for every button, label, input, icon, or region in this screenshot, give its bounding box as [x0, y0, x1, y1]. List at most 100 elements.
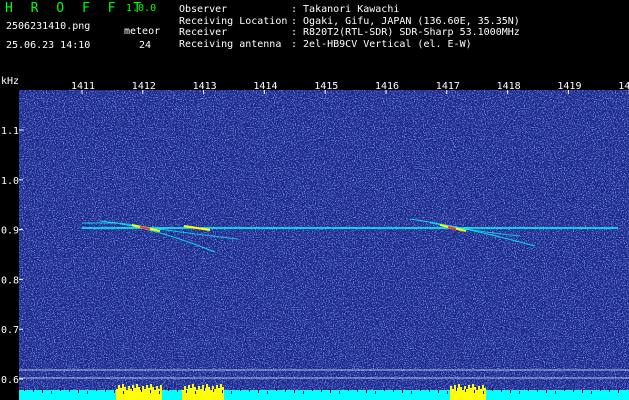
activity-tick — [231, 391, 232, 394]
activity-peak — [214, 389, 216, 400]
activity-peak — [142, 386, 144, 400]
activity-tick — [105, 389, 106, 392]
activity-tick — [339, 391, 340, 394]
x-tick-label: 1415 — [314, 81, 338, 92]
activity-tick — [618, 390, 619, 393]
spectrogram-panel: kHz 1411 1412 1413 1414 1415 1416 1417 1418 1419… — [0, 74, 629, 400]
activity-tick — [375, 391, 376, 394]
activity-tick — [519, 391, 520, 394]
activity-peak — [200, 389, 202, 400]
activity-tick — [528, 388, 529, 391]
activity-tick — [177, 389, 178, 392]
activity-tick — [402, 390, 403, 393]
activity-peak — [144, 389, 146, 400]
activity-tick — [87, 391, 88, 394]
activity-tick — [447, 391, 448, 394]
activity-peak — [468, 385, 470, 400]
activity-tick — [96, 388, 97, 391]
activity-tick — [312, 388, 313, 391]
y-tick-label: 1.0 — [1, 176, 19, 187]
activity-peak — [458, 384, 460, 400]
info-row-observer: Observer: Takanori Kawachi — [179, 4, 520, 16]
activity-peak — [450, 386, 452, 400]
header-panel: H R O F F T 1.0.0 2506231410.png meteor … — [0, 0, 629, 74]
activity-peak — [222, 387, 224, 400]
activity-tick — [132, 388, 133, 391]
activity-peak — [188, 385, 190, 400]
activity-peak — [484, 388, 486, 400]
app-logo: H R O F F T — [5, 1, 147, 16]
meteor-label: meteor — [124, 26, 161, 37]
y-tick-label: 1.1 — [1, 126, 19, 137]
activity-tick — [222, 390, 223, 393]
activity-tick — [330, 390, 331, 393]
activity-tick — [195, 391, 196, 394]
activity-tick — [276, 388, 277, 391]
noise-texture — [19, 90, 629, 400]
info-key: Observer — [179, 4, 228, 15]
station-info: Observer: Takanori Kawachi Receiving Loc… — [179, 4, 520, 50]
activity-peak — [182, 390, 184, 400]
activity-peak — [120, 388, 122, 400]
activity-tick — [204, 388, 205, 391]
activity-tick — [213, 389, 214, 392]
activity-tick — [357, 389, 358, 392]
activity-peak — [472, 384, 474, 400]
activity-tick — [186, 390, 187, 393]
activity-tick — [267, 391, 268, 394]
activity-tick — [249, 389, 250, 392]
y-tick-label: 0.8 — [1, 275, 19, 286]
activity-peak — [128, 386, 130, 400]
activity-peak — [454, 385, 456, 400]
activity-peak — [208, 387, 210, 400]
activity-peak — [184, 386, 186, 400]
activity-tick — [285, 389, 286, 392]
activity-peak — [132, 385, 134, 400]
activity-tick — [537, 389, 538, 392]
activity-tick — [564, 388, 565, 391]
file-name: 2506231410.png — [6, 21, 91, 32]
activity-peak — [136, 384, 138, 400]
activity-tick — [456, 388, 457, 391]
info-key: Receiving Location — [179, 15, 288, 27]
x-tick-label: 1419 — [557, 81, 581, 92]
activity-peak — [212, 386, 214, 400]
activity-tick — [69, 389, 70, 392]
activity-tick — [114, 390, 115, 393]
activity-tick — [24, 388, 25, 391]
app-version: 1.0.0 — [126, 3, 157, 14]
activity-tick — [303, 391, 304, 394]
activity-peak — [118, 385, 120, 400]
activity-tick — [348, 388, 349, 391]
activity-peak — [138, 387, 140, 400]
activity-tick — [78, 390, 79, 393]
activity-tick — [411, 391, 412, 394]
activity-peak — [146, 385, 148, 400]
activity-peak — [196, 390, 198, 400]
activity-tick — [465, 389, 466, 392]
x-tick-label: 1414 — [253, 81, 277, 92]
activity-tick — [546, 390, 547, 393]
info-value: : 2el-HB9CV Vertical (el. E-W) — [291, 38, 472, 50]
activity-peak — [152, 387, 154, 400]
activity-tick — [294, 390, 295, 393]
x-tick-label: 1416 — [375, 81, 399, 92]
activity-peak — [206, 384, 208, 400]
activity-tick — [429, 389, 430, 392]
activity-peak — [160, 385, 162, 400]
x-tick-label: 1417 — [436, 81, 460, 92]
activity-peak — [156, 386, 158, 400]
activity-peak — [158, 389, 160, 400]
activity-tick — [384, 388, 385, 391]
activity-peak — [210, 390, 212, 400]
activity-tick — [393, 389, 394, 392]
activity-peak — [218, 388, 220, 400]
activity-peak — [476, 390, 478, 400]
activity-tick — [609, 389, 610, 392]
activity-peak — [462, 390, 464, 400]
x-tick-label: 1420 — [618, 81, 629, 92]
activity-peak — [148, 388, 150, 400]
activity-tick — [501, 389, 502, 392]
activity-peak — [124, 387, 126, 400]
activity-peak — [202, 385, 204, 400]
